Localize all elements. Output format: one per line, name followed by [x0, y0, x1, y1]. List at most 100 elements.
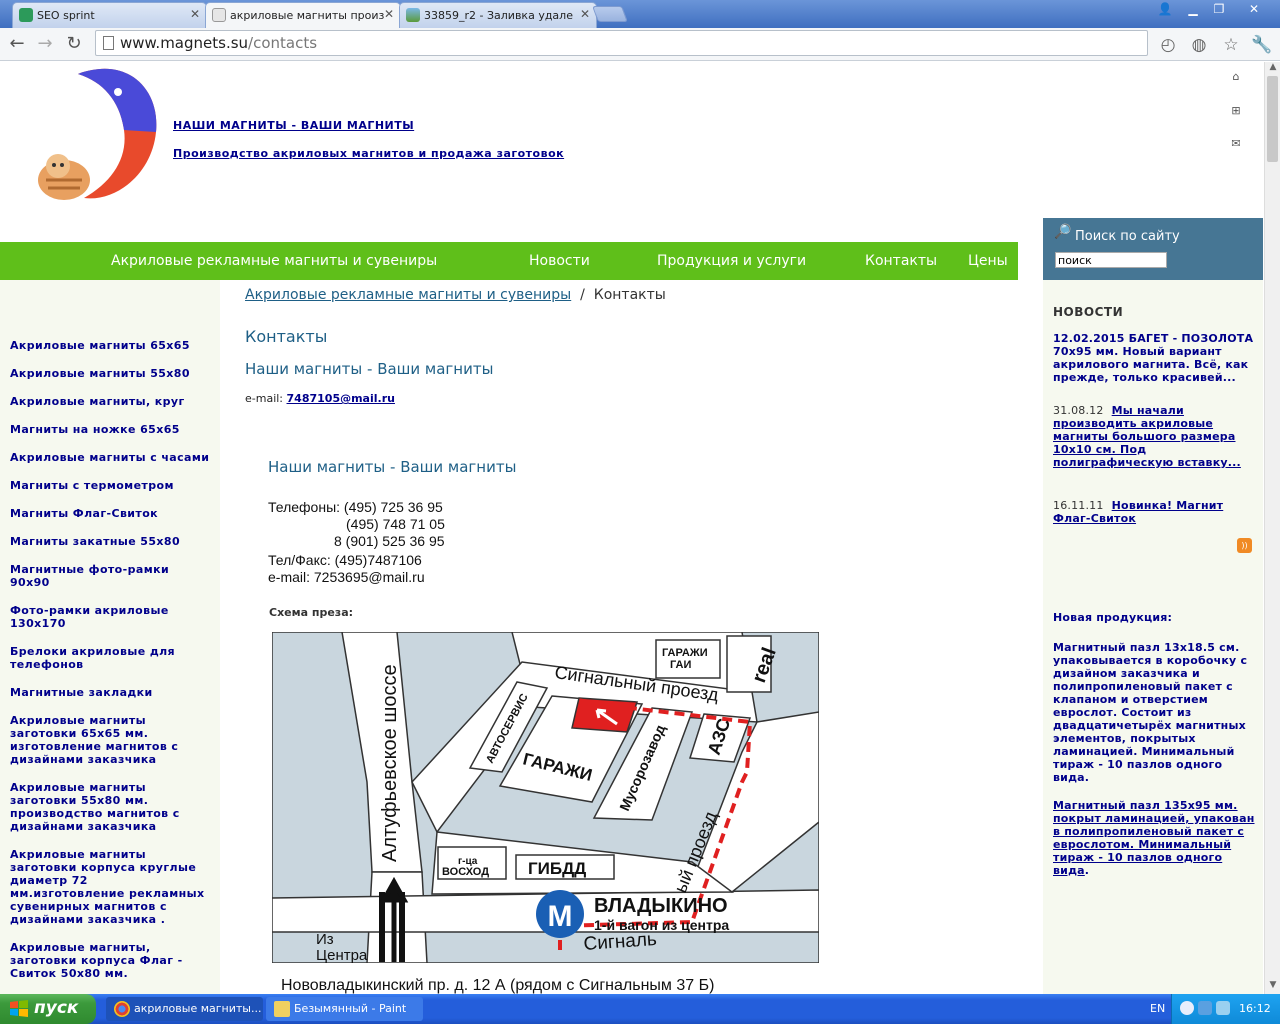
chrome-icon [114, 1001, 130, 1017]
phone-2: (495) 748 71 05 [346, 516, 445, 532]
tab-seo-sprint[interactable]: SEO sprint ✕ [12, 2, 207, 28]
breadcrumb-current: Контакты [593, 287, 666, 303]
news-item[interactable]: 31.08.12 Мы начали производить акриловые… [1053, 404, 1255, 469]
new-products-title[interactable]: Новая продукция: [1053, 611, 1255, 624]
sidebar-item[interactable]: Магнитные закладки [10, 686, 210, 699]
extension-clock-icon[interactable]: ◴ [1157, 34, 1179, 56]
address-bar[interactable]: www.magnets.su/contacts [95, 30, 1148, 56]
sidebar-item[interactable]: Акриловые магниты с часами [10, 451, 210, 464]
mail-icon[interactable]: ✉ [1228, 137, 1244, 151]
page-scrollbar[interactable]: ▲ ▼ [1264, 62, 1280, 994]
email-link[interactable]: 7487105@mail.ru [287, 392, 395, 405]
sidebar-item[interactable]: Акриловые магниты заготовки 65х65 мм. из… [10, 714, 180, 766]
url-host: www.magnets.su [120, 34, 249, 52]
close-tab-icon[interactable]: ✕ [580, 7, 590, 21]
tab-magnets[interactable]: акриловые магниты произ ✕ [205, 2, 401, 28]
close-window-icon[interactable]: ✕ [1234, 0, 1274, 18]
wrench-menu-icon[interactable]: 🔧 [1251, 34, 1273, 56]
scroll-down-icon[interactable]: ▼ [1265, 980, 1280, 994]
network-icon[interactable] [1198, 1001, 1212, 1015]
sidebar-item[interactable]: Магниты закатные 55х80 [10, 535, 210, 548]
news-date: 16.11.11 [1053, 499, 1104, 512]
system-tray: 16:12 [1171, 994, 1280, 1024]
metro-letter: М [548, 900, 573, 933]
nav-item-home[interactable]: Акриловые рекламные магниты и сувениры [111, 253, 437, 269]
seo-sprint-favicon-icon [19, 8, 33, 22]
close-tab-icon[interactable]: ✕ [190, 7, 200, 21]
sidebar-item[interactable]: Магниты с термометром [10, 479, 210, 492]
web-page: НАШИ МАГНИТЫ - ВАШИ МАГНИТЫ Производство… [0, 62, 1264, 994]
nav-item-contacts[interactable]: Контакты [865, 253, 937, 269]
volume-icon[interactable] [1216, 1001, 1230, 1015]
breadcrumb-separator: / [580, 287, 585, 303]
search-title: Поиск по сайту [1075, 229, 1180, 244]
site-search-panel: 🔎 Поиск по сайту [1043, 218, 1263, 280]
sidebar-item[interactable]: Магнитные фото-рамки 90х90 [10, 563, 170, 589]
scheme-label: Схема преза: [269, 606, 354, 619]
sidebar-item[interactable]: Акриловые магниты заготовки 55х80 мм. пр… [10, 781, 180, 833]
sidebar-item[interactable]: Брелоки акриловые для телефонов [10, 645, 185, 671]
fax-line: Тел/Факс: (495)7487106 [268, 552, 422, 568]
scroll-thumb[interactable] [1267, 76, 1278, 162]
breadcrumb-home-link[interactable]: Акриловые рекламные магниты и сувениры [245, 287, 571, 303]
start-button[interactable]: пуск [0, 994, 96, 1024]
reload-icon[interactable]: ↻ [63, 33, 85, 55]
tray-expand-icon[interactable] [1180, 1001, 1194, 1015]
back-arrow-icon[interactable]: ← [6, 33, 28, 55]
page-icon [103, 36, 114, 50]
paint-icon [274, 1001, 290, 1017]
sidebar-item[interactable]: Акриловые магниты 55х80 [10, 367, 210, 380]
task-paint[interactable]: Безымянный - Paint [266, 997, 423, 1021]
search-input[interactable] [1055, 252, 1167, 268]
tab-fill[interactable]: 33859_r2 - Заливка удале ✕ [399, 2, 597, 28]
address-line: Нововладыкинский пр. д. 12 А (рядом с Си… [281, 977, 715, 994]
nav-item-prices[interactable]: Цены [968, 253, 1008, 269]
minimize-icon[interactable]: ▁ [1180, 0, 1206, 18]
close-tab-icon[interactable]: ✕ [384, 7, 394, 21]
moon-cat-logo[interactable] [32, 62, 160, 210]
task-label: Безымянный - Paint [294, 1002, 407, 1015]
image-favicon-icon [406, 8, 420, 22]
news-date: 12.02.2015 [1053, 332, 1125, 345]
map-voshod-2: ВОСХОД [442, 866, 489, 878]
nav-item-news[interactable]: Новости [529, 253, 590, 269]
tagline-link[interactable]: НАШИ МАГНИТЫ - ВАШИ МАГНИТЫ [173, 119, 414, 132]
clock: 16:12 [1239, 1002, 1271, 1015]
sidebar-item[interactable]: Магниты Флаг-Свиток [10, 507, 210, 520]
email-2-line: e-mail: 7253695@mail.ru [268, 569, 425, 585]
rss-feed-icon[interactable]: )) [1237, 538, 1252, 553]
restore-icon[interactable]: ❐ [1206, 0, 1232, 18]
product-1-link[interactable]: Магнитный пазл 13х18.5 см. упаковывается… [1053, 641, 1255, 784]
tab-strip: SEO sprint ✕ акриловые магниты произ ✕ 3… [0, 0, 1280, 28]
sidebar-item[interactable]: Акриловые магниты, круг [10, 395, 210, 408]
search-icon: 🔎 [1054, 224, 1072, 240]
news-item[interactable]: 16.11.11 Новинка! Магнит Флаг-Свиток [1053, 499, 1255, 525]
page-title: Контакты [245, 327, 328, 346]
task-label: акриловые магниты... [134, 1002, 262, 1015]
windows-flag-icon [10, 1000, 28, 1017]
bookmark-star-icon[interactable]: ☆ [1220, 34, 1242, 56]
news-item[interactable]: 12.02.2015 БАГЕТ - ПОЗОЛОТА 70х95 мм. Но… [1053, 332, 1255, 384]
sidebar-item[interactable]: Фото-рамки акриловые 130х170 [10, 604, 170, 630]
task-chrome[interactable]: акриловые магниты... [106, 997, 263, 1021]
scroll-up-icon[interactable]: ▲ [1265, 62, 1280, 76]
sitemap-icon[interactable]: ⊞ [1228, 104, 1244, 118]
sidebar-item[interactable]: Акриловые магниты 65х65 [10, 339, 210, 352]
tab-title: SEO sprint [37, 9, 95, 22]
new-tab-button[interactable] [592, 6, 628, 22]
language-indicator[interactable]: EN [1150, 1002, 1165, 1015]
product-2-link[interactable]: Магнитный пазл 135х95 мм. покрыт ламинац… [1053, 799, 1255, 877]
subtitle-link[interactable]: Производство акриловых магнитов и продаж… [173, 147, 564, 160]
profile-icon[interactable]: 👤 [1152, 0, 1178, 18]
sidebar-item[interactable]: Магниты на ножке 65х65 [10, 423, 210, 436]
contact-card-title: Наши магниты - Ваши магниты [268, 458, 517, 476]
sidebar-item[interactable]: Акриловые магниты, заготовки корпуса Фла… [10, 941, 190, 980]
start-label: пуск [34, 998, 79, 1018]
sidebar-item[interactable]: Акриловые магниты заготовки корпуса круг… [10, 848, 205, 926]
windows-taskbar: пуск акриловые магниты... Безымянный - P… [0, 994, 1280, 1024]
page-favicon-icon [212, 8, 226, 22]
translate-globe-icon[interactable]: ◍ [1188, 34, 1210, 56]
forward-arrow-icon[interactable]: → [34, 33, 56, 55]
home-icon[interactable]: ⌂ [1228, 70, 1244, 84]
nav-item-products[interactable]: Продукция и услуги [657, 253, 806, 269]
